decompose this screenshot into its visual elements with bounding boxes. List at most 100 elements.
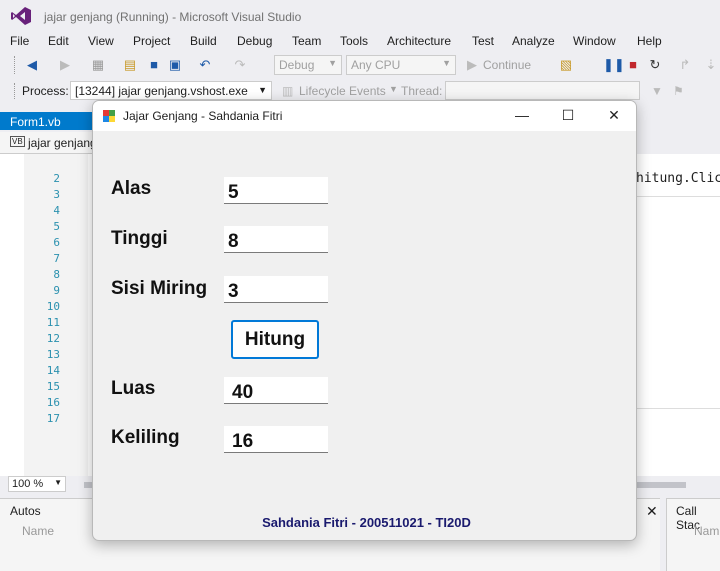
menu-help[interactable]: Help — [637, 34, 662, 48]
line-number: 9 — [53, 284, 60, 297]
menu-file[interactable]: File — [10, 34, 29, 48]
keliling-label: Keliling — [111, 427, 180, 448]
continue-icon[interactable]: ▶ — [464, 57, 480, 73]
save-icon[interactable]: ■ — [146, 57, 162, 73]
call-stack-name-column-header[interactable]: Nam — [694, 524, 719, 538]
solution-configuration-value: Debug — [279, 58, 315, 72]
solution-platform-value: Any CPU — [351, 58, 401, 72]
code-separator — [634, 408, 720, 409]
restart-icon[interactable]: ↻ — [647, 57, 663, 73]
show-next-statement-icon[interactable]: ↱ — [677, 57, 693, 73]
standard-toolbar: ◀ ▶ ▦ ▤ ■ ▣ ↶ ↷ Debug ▼ Any CPU ▼ ▶ Contin… — [0, 52, 720, 78]
line-number: 13 — [46, 348, 60, 361]
continue-button[interactable]: Continue — [483, 58, 531, 72]
step-into-icon[interactable]: ⇣ — [703, 57, 719, 73]
redo-icon[interactable]: ↷ — [232, 57, 248, 73]
process-select[interactable]: [13244] jajar genjang.vshost.exe ▼ — [70, 81, 272, 100]
line-number: 8 — [53, 268, 60, 281]
menu-analyze[interactable]: Analyze — [512, 34, 555, 48]
zoom-select[interactable]: 100 % ▼ — [8, 476, 66, 492]
lifecycle-events-button[interactable]: Lifecycle Events — [299, 84, 386, 98]
menu-test[interactable]: Test — [472, 34, 494, 48]
menu-architecture[interactable]: Architecture — [387, 34, 451, 48]
code-separator — [634, 196, 720, 197]
luas-output[interactable]: 40 — [224, 377, 328, 404]
window-title: jajar genjang (Running) - Microsoft Visu… — [44, 10, 302, 24]
chevron-down-icon: ▼ — [389, 84, 398, 94]
process-value: [13244] jajar genjang.vshost.exe — [75, 84, 248, 98]
menu-debug[interactable]: Debug — [237, 34, 272, 48]
close-icon[interactable]: ✕ — [646, 503, 658, 520]
solution-platform-select[interactable]: Any CPU ▼ — [346, 55, 456, 75]
thread-label: Thread: — [401, 84, 443, 98]
line-number: 17 — [46, 412, 60, 425]
thread-select[interactable] — [445, 81, 640, 100]
menu-bar: File Edit View Project Build Debug Team … — [0, 32, 720, 52]
menu-edit[interactable]: Edit — [48, 34, 69, 48]
keliling-output[interactable]: 16 — [224, 426, 328, 453]
process-label: Process: — [22, 84, 69, 98]
save-all-icon[interactable]: ▣ — [167, 57, 183, 73]
jajar-genjang-form-window: Jajar Genjang - Sahdania Fitri — ☐ ✕ Ala… — [92, 100, 637, 541]
project-navigation-dropdown[interactable]: jajar genjang — [28, 136, 97, 150]
line-number: 3 — [53, 188, 60, 201]
line-number: 14 — [46, 364, 60, 377]
autos-panel-title[interactable]: Autos — [10, 504, 41, 518]
line-number-gutter — [24, 154, 88, 476]
line-number: 5 — [53, 220, 60, 233]
break-all-icon[interactable]: ❚❚ — [603, 57, 625, 73]
zoom-value: 100 % — [12, 478, 44, 490]
menu-window[interactable]: Window — [573, 34, 616, 48]
line-number: 11 — [46, 316, 60, 329]
code-text[interactable]: hitung.Click — [636, 171, 720, 186]
minimize-icon[interactable]: — — [510, 107, 534, 125]
solution-configuration-select[interactable]: Debug ▼ — [274, 55, 342, 75]
menu-project[interactable]: Project — [133, 34, 170, 48]
visual-studio-logo-icon — [11, 7, 31, 25]
debug-location-toolbar: Process: [13244] jajar genjang.vshost.ex… — [0, 80, 720, 102]
tinggi-label: Tinggi — [111, 228, 168, 249]
line-number: 6 — [53, 236, 60, 249]
toolbar-grip[interactable] — [14, 56, 17, 74]
menu-team[interactable]: Team — [292, 34, 321, 48]
new-project-icon[interactable]: ▦ — [90, 57, 106, 73]
stop-debugging-icon[interactable]: ■ — [625, 57, 641, 73]
line-number: 2 — [53, 172, 60, 185]
alas-input[interactable]: 5 — [224, 177, 328, 204]
hitung-button[interactable]: Hitung — [231, 320, 319, 359]
back-icon[interactable]: ◀ — [24, 57, 40, 73]
tinggi-input[interactable]: 8 — [224, 226, 328, 253]
forward-icon[interactable]: ▶ — [57, 57, 73, 73]
open-file-icon[interactable]: ▤ — [122, 57, 138, 73]
find-in-files-icon[interactable]: ▧ — [558, 57, 574, 73]
autos-name-column-header[interactable]: Name — [22, 524, 54, 538]
line-number: 12 — [46, 332, 60, 345]
tab-form1-vb[interactable]: Form1.vb — [10, 115, 61, 129]
form-title: Jajar Genjang - Sahdania Fitri — [123, 109, 283, 123]
vb-file-icon: VB — [10, 136, 25, 147]
luas-label: Luas — [111, 378, 156, 399]
alas-label: Alas — [111, 178, 152, 199]
maximize-icon[interactable]: ☐ — [556, 107, 580, 125]
menu-view[interactable]: View — [88, 34, 114, 48]
menu-build[interactable]: Build — [190, 34, 217, 48]
windows-form-icon — [103, 110, 115, 122]
code-navigation-bar: VB jajar genjang — [0, 132, 100, 154]
scrollbar-thumb[interactable] — [84, 482, 92, 488]
line-number: 16 — [46, 396, 60, 409]
sisi-miring-input[interactable]: 3 — [224, 276, 328, 303]
sisi-miring-label: Sisi Miring — [111, 278, 208, 299]
line-number: 7 — [53, 252, 60, 265]
lifecycle-events-icon: ▥ — [282, 84, 294, 98]
form-title-bar[interactable]: Jajar Genjang - Sahdania Fitri — ☐ ✕ — [93, 101, 636, 131]
undo-icon[interactable]: ↶ — [197, 57, 213, 73]
line-number: 4 — [53, 204, 60, 217]
line-number: 15 — [46, 380, 60, 393]
author-footer-label: Sahdania Fitri - 200511021 - TI20D — [262, 515, 471, 530]
flag-icon[interactable]: ⚑ — [673, 84, 684, 98]
close-icon[interactable]: ✕ — [602, 107, 626, 125]
filter-icon[interactable]: ▼ — [651, 84, 663, 98]
toolbar-grip[interactable] — [14, 83, 17, 99]
menu-tools[interactable]: Tools — [340, 34, 368, 48]
line-number: 10 — [46, 300, 60, 313]
